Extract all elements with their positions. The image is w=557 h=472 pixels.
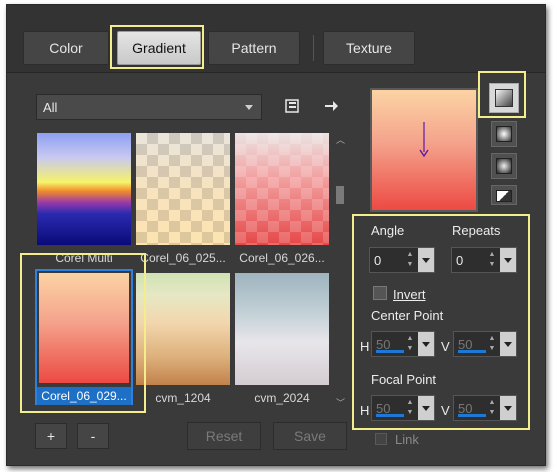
repeats-spinner[interactable]: 0 ▲ ▼ bbox=[451, 247, 517, 273]
swatch-corel-multi[interactable] bbox=[37, 133, 131, 245]
invert-label-text: Invert bbox=[393, 287, 426, 302]
tab-gradient[interactable]: Gradient bbox=[117, 31, 201, 65]
spin-arrows-icon[interactable]: ▲ ▼ bbox=[486, 398, 498, 418]
tab-pattern[interactable]: Pattern bbox=[208, 31, 300, 65]
scrollbar-thumb[interactable] bbox=[336, 186, 344, 204]
reset-button[interactable]: Reset bbox=[187, 422, 261, 450]
link-label: Link bbox=[395, 432, 419, 447]
focal-h-label: H bbox=[360, 403, 370, 418]
focal-h-dropdown-button[interactable] bbox=[418, 396, 434, 420]
focal-v-spinner[interactable]: 50 ▲ ▼ bbox=[453, 395, 517, 421]
spin-arrows-icon[interactable]: ▲ ▼ bbox=[486, 334, 498, 354]
tab-bar: Color Gradient Pattern Texture bbox=[7, 5, 545, 73]
remove-button[interactable]: - bbox=[77, 423, 109, 449]
tab-texture[interactable]: Texture bbox=[323, 31, 415, 65]
gradient-swatch-grid: Corel Multi Corel_06_025... Corel_06_026… bbox=[34, 129, 334, 413]
tab-color[interactable]: Color bbox=[23, 31, 109, 65]
gradient-preview[interactable] bbox=[370, 88, 478, 212]
angle-label: Angle bbox=[371, 223, 405, 238]
link-checkbox[interactable] bbox=[375, 433, 387, 445]
center-h-label: H bbox=[360, 339, 370, 354]
scroll-down-icon[interactable]: ﹀ bbox=[336, 396, 345, 409]
swatch-cvm-1204[interactable] bbox=[136, 273, 230, 385]
material-properties-dialog: Color Gradient Pattern Texture All Corel… bbox=[6, 4, 546, 466]
sunburst-style-button[interactable] bbox=[491, 153, 517, 179]
angle-spinner[interactable]: 0 ▲ ▼ bbox=[369, 247, 435, 273]
center-v-label: V bbox=[441, 339, 450, 354]
swatch-scrollbar[interactable]: ︿ ﹀ bbox=[334, 131, 346, 411]
center-point-label: Center Point bbox=[371, 308, 444, 323]
swatch-corel-06-029[interactable] bbox=[39, 273, 129, 383]
save-button[interactable]: Save bbox=[273, 422, 347, 450]
arrow-right-icon[interactable] bbox=[321, 96, 341, 116]
center-v-dropdown-button[interactable] bbox=[500, 332, 516, 356]
tab-divider bbox=[313, 35, 314, 61]
swatch-cvm-2024[interactable] bbox=[235, 273, 329, 385]
book-icon[interactable] bbox=[282, 96, 302, 116]
focal-h-spinner[interactable]: 50 ▲ ▼ bbox=[371, 395, 435, 421]
swatch-label-selected: Corel_06_029... bbox=[37, 387, 131, 405]
swatch-label: Corel_06_026... bbox=[239, 251, 325, 265]
category-select[interactable]: All bbox=[36, 94, 262, 120]
spin-arrows-icon[interactable]: ▲ ▼ bbox=[486, 250, 498, 270]
focal-v-label: V bbox=[441, 403, 450, 418]
sunburst-gradient-icon bbox=[496, 158, 512, 174]
spin-arrows-icon[interactable]: ▲ ▼ bbox=[404, 250, 416, 270]
center-v-slider-track[interactable] bbox=[458, 350, 486, 353]
center-h-dropdown-button[interactable] bbox=[418, 332, 434, 356]
repeats-dropdown-button[interactable] bbox=[500, 248, 516, 272]
linear-style-button[interactable] bbox=[489, 83, 519, 113]
repeats-value: 0 bbox=[456, 252, 464, 268]
rectangular-gradient-icon bbox=[496, 126, 512, 142]
radial-gradient-icon bbox=[496, 190, 512, 202]
focal-h-slider-track[interactable] bbox=[376, 414, 404, 417]
linear-gradient-icon bbox=[495, 89, 513, 107]
swatch-label: cvm_1204 bbox=[155, 391, 211, 405]
swatch-label: Corel Multi bbox=[55, 251, 113, 265]
spin-arrows-icon[interactable]: ▲ ▼ bbox=[404, 398, 416, 418]
invert-label: Invert bbox=[393, 287, 426, 302]
focal-v-slider-track[interactable] bbox=[458, 414, 486, 417]
center-h-slider-track[interactable] bbox=[376, 350, 404, 353]
angle-dropdown-button[interactable] bbox=[418, 248, 434, 272]
angle-value: 0 bbox=[374, 252, 382, 268]
focal-point-label: Focal Point bbox=[371, 372, 437, 387]
swatch-corel-06-026[interactable] bbox=[235, 133, 329, 245]
add-button[interactable]: + bbox=[35, 423, 67, 449]
radial-style-button[interactable] bbox=[491, 185, 517, 205]
category-select-value: All bbox=[43, 99, 58, 115]
gradient-direction-indicator bbox=[419, 122, 429, 158]
repeats-label: Repeats bbox=[452, 223, 501, 238]
swatch-corel-06-025[interactable] bbox=[136, 133, 230, 245]
spin-arrows-icon[interactable]: ▲ ▼ bbox=[404, 334, 416, 354]
chevron-down-icon bbox=[245, 105, 253, 110]
swatch-label: cvm_2024 bbox=[254, 391, 310, 405]
focal-v-dropdown-button[interactable] bbox=[500, 396, 516, 420]
invert-checkbox[interactable] bbox=[373, 286, 387, 300]
swatch-label: Corel_06_025... bbox=[140, 251, 226, 265]
center-h-spinner[interactable]: 50 ▲ ▼ bbox=[371, 331, 435, 357]
scroll-up-icon[interactable]: ︿ bbox=[336, 133, 345, 146]
center-v-spinner[interactable]: 50 ▲ ▼ bbox=[453, 331, 517, 357]
rectangular-style-button[interactable] bbox=[491, 121, 517, 147]
